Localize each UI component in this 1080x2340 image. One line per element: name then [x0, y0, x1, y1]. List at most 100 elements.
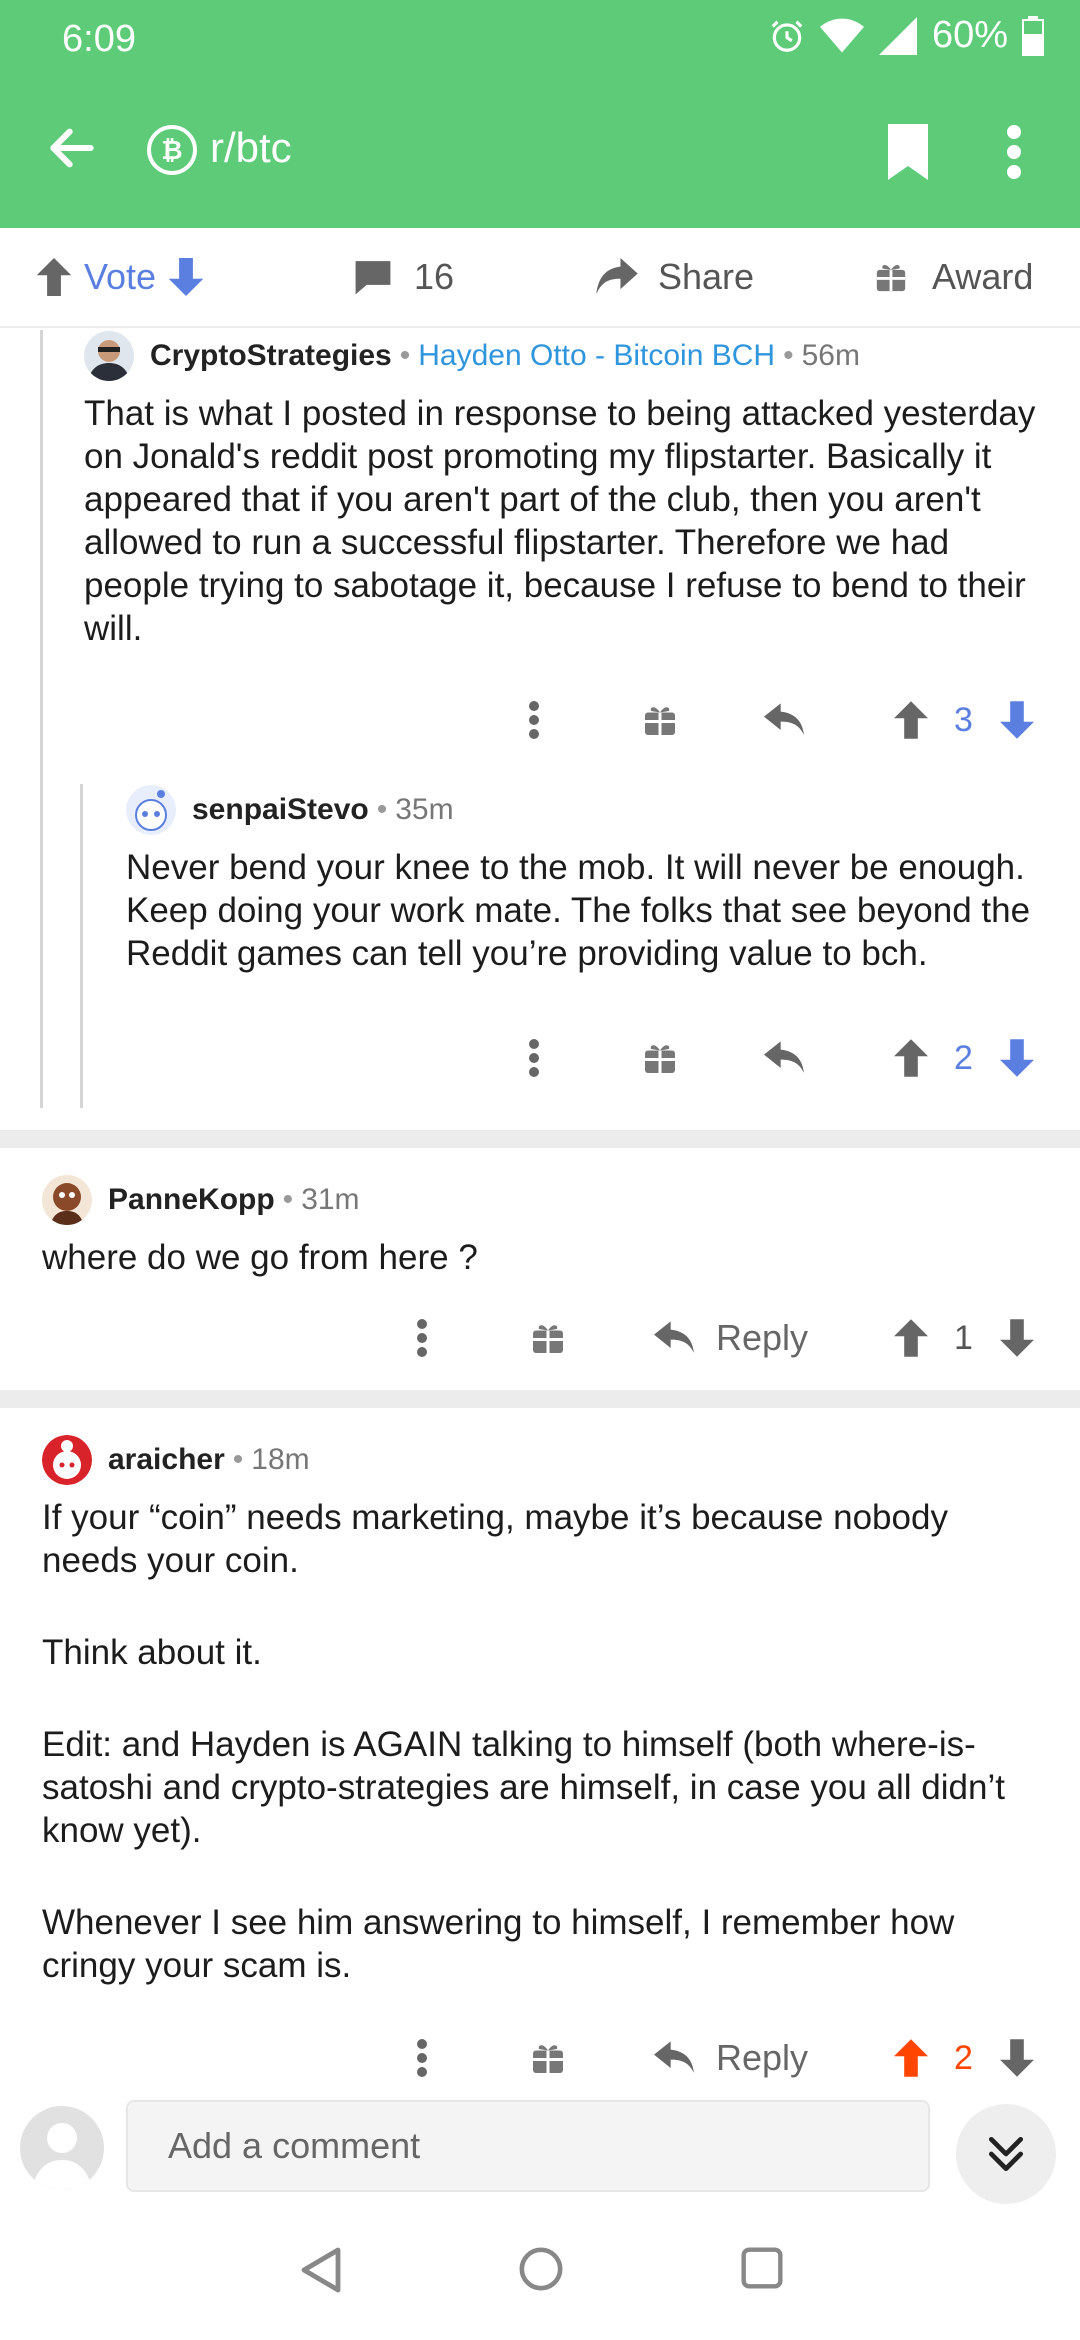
comment-araicher: araicher • 18m If your “coin” needs mark… [0, 1434, 1080, 2084]
comment-actions: Reply 2 [0, 2028, 1080, 2088]
comment-pannekopp: PanneKopp • 31m where do we go from here… [0, 1174, 1080, 1374]
svg-text:₿: ₿ [161, 136, 182, 166]
avatar[interactable] [42, 1435, 92, 1485]
upvote-arrow-icon[interactable] [894, 690, 928, 750]
reply-button[interactable]: Reply [654, 2028, 808, 2088]
comment-paragraph: That is what I posted in response to bei… [84, 394, 1036, 648]
comment-input-placeholder: Add a comment [168, 2125, 421, 2166]
award-gift-icon[interactable] [530, 2028, 566, 2088]
comment-paragraph: where do we go from here ? [42, 1238, 478, 1277]
avatar[interactable] [84, 331, 134, 381]
reply-arrow-icon[interactable] [764, 1028, 804, 1088]
comment-time: 18m [251, 1443, 310, 1476]
comment-author[interactable]: senpaiStevo [192, 793, 369, 827]
comment-body: If your “coin” needs marketing, maybe it… [42, 1496, 1042, 1987]
more-options-icon[interactable] [412, 1308, 432, 1368]
downvote-arrow-icon[interactable] [1000, 2028, 1034, 2088]
comment-score: 1 [954, 1318, 973, 1357]
reply-arrow-icon[interactable] [764, 690, 804, 750]
comment-divider [0, 1130, 1080, 1148]
award-label: Award [932, 256, 1034, 297]
separator-dot: • [232, 1443, 244, 1476]
reply-label: Reply [716, 2037, 809, 2078]
comment-body: Never bend your knee to the mob. It will… [126, 846, 1056, 975]
comment-paragraph: Whenever I see him answering to himself,… [42, 1903, 955, 1985]
post-action-bar: Vote 16 Share Award [0, 228, 1080, 328]
more-options-icon[interactable] [524, 1028, 544, 1088]
comment-bubble-icon [354, 259, 392, 295]
comment-paragraph: Never bend your knee to the mob. It will… [126, 848, 1031, 973]
comment-author[interactable]: araicher [108, 1443, 225, 1477]
award-button[interactable]: Award [874, 228, 1033, 326]
system-nav-bar [0, 2206, 1080, 2340]
user-flair: Hayden Otto - Bitcoin BCH [418, 339, 776, 372]
comment-actions: Reply 1 [0, 1308, 1080, 1368]
comment-score: 3 [954, 700, 973, 739]
comment-time: 35m [395, 793, 454, 826]
comment-score: 2 [954, 1038, 973, 1077]
downvote-arrow-icon[interactable] [1000, 1028, 1034, 1088]
upvote-arrow-icon[interactable] [894, 1308, 928, 1368]
comment-paragraph: If your “coin” needs marketing, maybe it… [42, 1498, 948, 1580]
separator-dot: • [376, 793, 388, 826]
overflow-menu-icon[interactable] [1004, 124, 1024, 180]
subreddit-title[interactable]: r/btc [210, 124, 292, 172]
separator-dot: • [783, 339, 794, 372]
downvote-arrow-icon[interactable] [168, 258, 204, 296]
comment-composer: Add a comment [0, 2086, 1080, 2206]
share-label: Share [658, 256, 755, 297]
reply-arrow-icon [654, 1321, 694, 1355]
bookmark-icon[interactable] [884, 124, 932, 180]
comment-divider [0, 1390, 1080, 1408]
add-comment-input[interactable]: Add a comment [126, 2100, 930, 2192]
award-gift-icon[interactable] [642, 690, 678, 750]
gift-icon [874, 260, 908, 294]
comment-paragraph: Think about it. [42, 1633, 262, 1672]
nav-back-icon[interactable] [298, 2246, 342, 2299]
more-options-icon[interactable] [412, 2028, 432, 2088]
comment-body: That is what I posted in response to bei… [84, 392, 1058, 650]
status-time: 6:09 [62, 18, 136, 60]
reply-label: Reply [716, 1317, 809, 1358]
downvote-arrow-icon[interactable] [1000, 690, 1034, 750]
more-options-icon[interactable] [524, 690, 544, 750]
comment-actions: 2 [0, 1028, 1080, 1088]
upvote-arrow-icon[interactable] [894, 2028, 928, 2088]
comment-time: 31m [301, 1183, 360, 1216]
bitcoin-icon: ₿ [146, 124, 198, 176]
comment-time: 56m [801, 339, 860, 372]
nav-recents-icon[interactable] [740, 2246, 784, 2295]
status-icons: 60% [768, 14, 1044, 57]
comment-body: where do we go from here ? [42, 1236, 1042, 1279]
comments-count: 16 [414, 256, 455, 297]
nav-home-icon[interactable] [518, 2246, 564, 2297]
comments-button[interactable]: 16 [354, 228, 454, 326]
signal-icon [878, 16, 918, 55]
comment-author[interactable]: CryptoStrategies [150, 339, 392, 373]
share-button[interactable]: Share [596, 228, 754, 326]
reply-button[interactable]: Reply [654, 1308, 808, 1368]
award-gift-icon[interactable] [642, 1028, 678, 1088]
avatar[interactable] [42, 1175, 92, 1225]
downvote-arrow-icon[interactable] [1000, 1308, 1034, 1368]
upvote-arrow-icon[interactable] [894, 1028, 928, 1088]
back-arrow-icon[interactable] [44, 120, 100, 176]
reply-arrow-icon [654, 2041, 694, 2075]
collapse-comments-button[interactable] [956, 2104, 1056, 2204]
comment-cryptostrategies: CryptoStrategies • Hayden Otto - Bitcoin… [0, 330, 1080, 770]
share-arrow-icon [596, 258, 638, 296]
battery-percent: 60% [931, 14, 1008, 56]
separator-dot: • [282, 1183, 294, 1216]
upvote-arrow-icon[interactable] [36, 258, 72, 296]
battery-icon [1022, 15, 1044, 56]
wifi-icon [819, 17, 864, 55]
award-gift-icon[interactable] [530, 1308, 566, 1368]
vote-label: Vote [84, 256, 157, 297]
avatar[interactable] [126, 785, 176, 835]
comment-actions: 3 [0, 690, 1080, 750]
double-chevron-down-icon [984, 2132, 1028, 2176]
user-avatar[interactable] [20, 2106, 104, 2190]
comment-paragraph: Edit: and Hayden is AGAIN talking to him… [42, 1725, 1005, 1850]
comment-header: CryptoStrategies • Hayden Otto - Bitcoin… [84, 330, 860, 382]
comment-author[interactable]: PanneKopp [108, 1183, 275, 1217]
